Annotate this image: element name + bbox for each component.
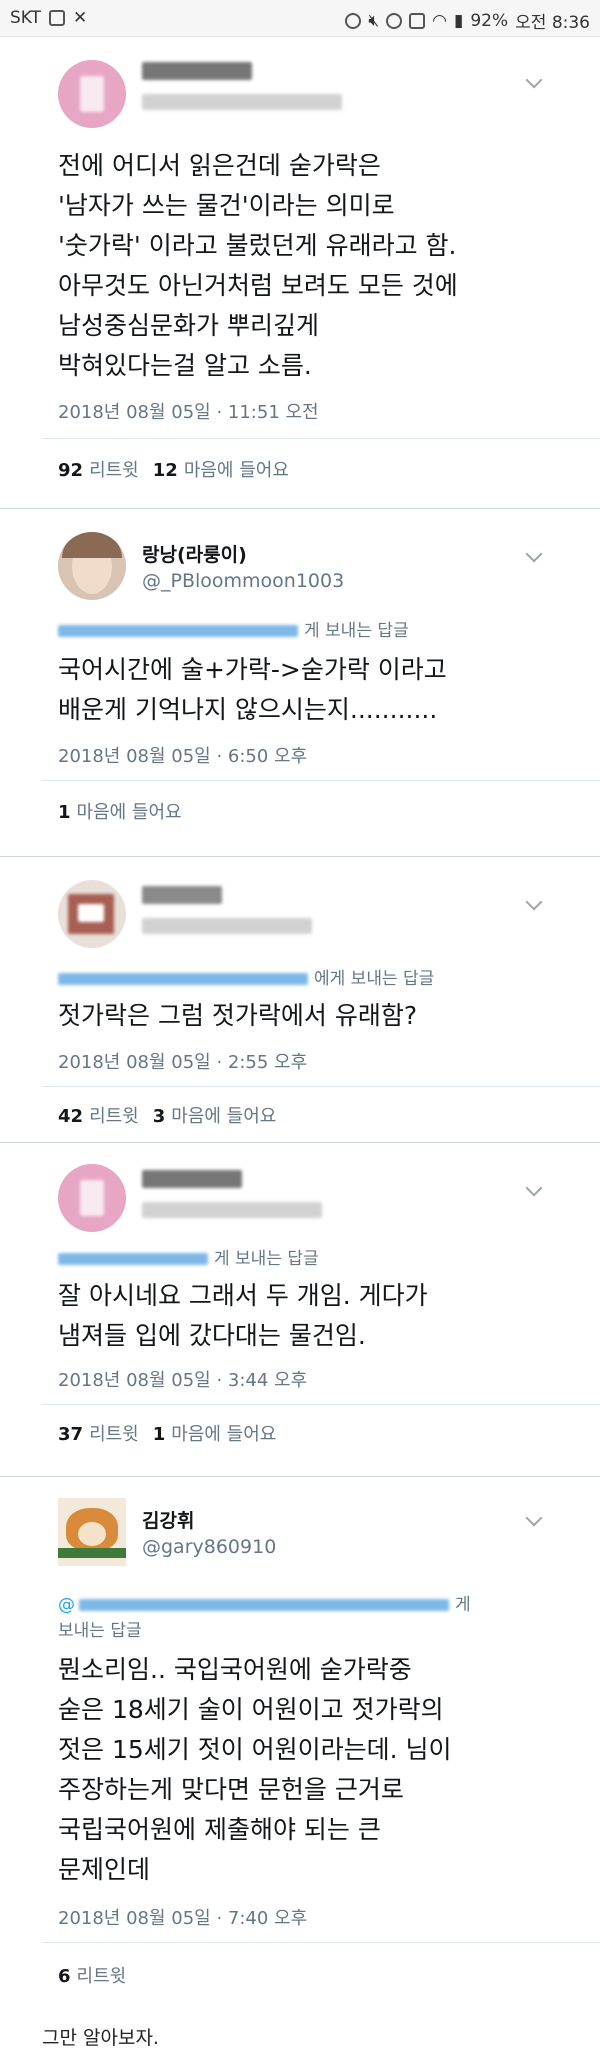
at-sign: @ (58, 1595, 75, 1615)
reply-to-label: 게 보내는 답글 (304, 621, 409, 641)
tweet-text: 잘 아시네요 그래서 두 개임. 게다가 냄져들 입에 갔다대는 물건임. (58, 1281, 428, 1350)
chevron-down-icon[interactable] (525, 545, 543, 563)
divider (42, 1404, 600, 1405)
like-label[interactable]: 마음에 들어요 (171, 1106, 276, 1127)
handle-blurred[interactable] (142, 1202, 322, 1218)
handle-blurred[interactable] (142, 94, 342, 110)
avatar-blurred[interactable] (58, 60, 126, 128)
retweet-count[interactable]: 92 (58, 460, 83, 481)
avatar-blurred[interactable] (58, 880, 126, 948)
tweet-stats: 1 마음에 들어요 (58, 798, 182, 824)
reply-to-line[interactable]: @ 게 (58, 1590, 471, 1615)
like-label[interactable]: 마음에 들어요 (171, 1424, 276, 1445)
retweet-label[interactable]: 리트윗 (89, 1106, 139, 1127)
avatar-blurred[interactable] (58, 1164, 126, 1232)
tweet-separator (0, 856, 600, 857)
alarm-icon (386, 12, 403, 29)
avatar-banner (58, 1548, 126, 1558)
like-count[interactable]: 1 (58, 802, 71, 823)
reply-to-line[interactable]: 에게 보내는 답글 (58, 964, 434, 989)
username-blurred[interactable] (142, 886, 222, 904)
recycle-icon (345, 12, 362, 29)
retweet-label[interactable]: 리트윗 (89, 1424, 139, 1445)
tweet-stats: 42 리트윗 3 마음에 들어요 (58, 1102, 276, 1128)
cell-signal-icon: ▮ (453, 10, 464, 31)
like-count[interactable]: 12 (153, 460, 178, 481)
tweet-timestamp[interactable]: 2018년 08월 05일 · 6:50 오후 (58, 742, 307, 768)
reply-to-line-2: 보내는 답글 (58, 1616, 142, 1641)
status-bar: SKT ✕ 🔇︎ ◠ ▮ 92% 오전 8:36 (0, 0, 600, 37)
tweet-text: 젓가락은 그럼 젓가락에서 유래함? (58, 1001, 418, 1030)
avatar[interactable] (58, 532, 126, 600)
like-label[interactable]: 마음에 들어요 (77, 802, 182, 823)
hd-voice-icon (409, 12, 426, 29)
mute-icon: 🔇︎ (368, 10, 380, 31)
chevron-down-icon[interactable] (525, 1179, 543, 1197)
chevron-down-icon[interactable] (525, 893, 543, 911)
retweet-count[interactable]: 6 (58, 1966, 71, 1987)
tweet-1[interactable]: 전에 어디서 읽은건데 숟가락은 '남자가 쓰는 물건'이라는 의미로 '숫가락… (0, 36, 600, 481)
tweet-4[interactable]: 게 보내는 답글 잘 아시네요 그래서 두 개임. 게다가 냄져들 입에 갔다대… (0, 1144, 600, 1494)
divider (42, 438, 600, 439)
tweet-text: 국어시간에 술+가락->숟가락 이라고 배운게 기억나지 않으시는지......… (58, 655, 447, 724)
divider (42, 1942, 600, 1943)
username-blurred[interactable] (142, 62, 252, 80)
username-blurred[interactable] (142, 1170, 242, 1188)
retweet-count[interactable]: 37 (58, 1424, 83, 1445)
tweet-stats: 6 리트윗 (58, 1962, 126, 1988)
tweet-timestamp[interactable]: 2018년 08월 05일 · 2:55 오후 (58, 1048, 307, 1074)
reply-to-line[interactable]: 게 보내는 답글 (58, 1244, 319, 1269)
tweet-3[interactable]: 에게 보내는 답글 젓가락은 그럼 젓가락에서 유래함? 2018년 08월 0… (0, 858, 600, 1158)
avatar-dog-face (78, 1522, 106, 1546)
clock: 오전 8:36 (515, 13, 590, 33)
reply-to-label: 게 보내는 답글 (214, 1249, 319, 1269)
reply-to-label: 에게 보내는 답글 (314, 969, 435, 989)
signal-x-icon: ✕ (73, 8, 88, 28)
reply-to-line[interactable]: 게 보내는 답글 (58, 616, 409, 641)
username[interactable]: @gary860910 (142, 1536, 276, 1558)
avatar[interactable] (58, 1498, 126, 1566)
wifi-icon: ◠ (432, 10, 447, 31)
tweet-separator (0, 508, 600, 509)
caption-text: 그만 알아보자. (42, 2027, 159, 2049)
tweet-separator (0, 1476, 600, 1477)
tweet-text: 전에 어디서 읽은건데 숟가락은 '남자가 쓰는 물건'이라는 의미로 '숫가락… (58, 151, 458, 380)
reply-to-label-2: 보내는 답글 (58, 1621, 142, 1641)
like-count[interactable]: 1 (153, 1424, 166, 1445)
tweet-separator (0, 1142, 600, 1143)
carrier-label: SKT (10, 8, 42, 28)
retweet-count[interactable]: 42 (58, 1106, 83, 1127)
tweet-2[interactable]: 랑낭(라룽이) @_PBloommoon1003 게 보내는 답글 국어시간에 … (0, 510, 600, 830)
divider (42, 780, 600, 781)
tweet-timestamp[interactable]: 2018년 08월 05일 · 3:44 오후 (58, 1366, 307, 1392)
username[interactable]: @_PBloommoon1003 (142, 570, 344, 592)
mention-blurred[interactable] (58, 625, 298, 637)
chevron-down-icon[interactable] (525, 1509, 543, 1527)
like-label[interactable]: 마음에 들어요 (184, 460, 289, 481)
tweet-timestamp[interactable]: 2018년 08월 05일 · 7:40 오후 (58, 1904, 307, 1930)
avatar-hair (62, 532, 122, 558)
tweet-5[interactable]: 김강휘 @gary860910 @ 게 보내는 답글 뭔소리임.. 국입국어원에 … (0, 1478, 600, 2008)
tweet-stats: 37 리트윗 1 마음에 들어요 (58, 1420, 276, 1446)
tweet-text: 뭔소리임.. 국입국어원에 숟가락중 숟은 18세기 술이 어원이고 젓가락의 … (58, 1655, 452, 1884)
mention-blurred[interactable] (58, 973, 308, 985)
retweet-label[interactable]: 리트윗 (77, 1966, 127, 1987)
mention-blurred[interactable] (58, 1253, 208, 1265)
tweet-timestamp[interactable]: 2018년 08월 05일 · 11:51 오전 (58, 398, 319, 424)
battery-label: 92% (470, 10, 509, 31)
tweet-stats: 92 리트윗 12 마음에 들어요 (58, 456, 289, 482)
divider (42, 1086, 600, 1087)
display-name[interactable]: 김강휘 (142, 1506, 194, 1533)
chevron-down-icon[interactable] (525, 71, 543, 89)
like-count[interactable]: 3 (153, 1106, 166, 1127)
reply-to-label-1: 게 (455, 1595, 471, 1615)
mention-blurred[interactable] (79, 1599, 449, 1611)
gallery-icon (49, 10, 66, 26)
display-name[interactable]: 랑낭(라룽이) (142, 540, 247, 567)
retweet-label[interactable]: 리트윗 (89, 460, 139, 481)
handle-blurred[interactable] (142, 918, 312, 934)
